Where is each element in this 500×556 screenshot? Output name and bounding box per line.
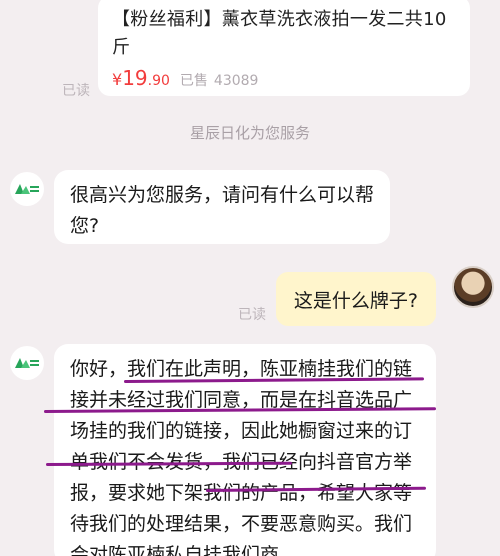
user-avatar-icon[interactable] — [452, 266, 494, 308]
brand-logo-icon[interactable] — [10, 172, 44, 206]
price-decimal: .90 — [147, 73, 170, 89]
read-status: 已读 — [62, 83, 90, 99]
message-text: 这是什么牌子? — [293, 289, 418, 312]
system-note: 星辰日化为您服务 — [189, 124, 310, 142]
brand-logo-icon[interactable] — [10, 346, 44, 380]
price-currency: ¥ — [112, 70, 123, 89]
message-bubble-left: 你好，我们在此声明，陈亚楠挂我们的链接并未经过我们同意，而是在抖音选品广场挂的我… — [54, 344, 436, 556]
price-row: ¥ 19 .90 已售 43089 — [112, 66, 456, 90]
message-text: 你好，我们在此声明，陈亚楠挂我们的链接并未经过我们同意，而是在抖音选品广场挂的我… — [70, 358, 413, 556]
brand-logo-icon — [15, 184, 39, 194]
message-bubble-right: 这是什么牌子? — [275, 272, 436, 326]
read-status: 已读 — [238, 307, 266, 323]
product-card[interactable]: 【粉丝福利】薰衣草洗衣液拍一发二共10斤 ¥ 19 .90 已售 43089 — [98, 0, 470, 96]
message-text: 很高兴为您服务，请问有什么可以帮您? — [70, 184, 375, 237]
product-title: 【粉丝福利】薰衣草洗衣液拍一发二共10斤 — [112, 9, 447, 58]
brand-logo-icon — [15, 358, 39, 368]
sold-label: 已售 — [179, 73, 208, 89]
sold-count: 43089 — [213, 73, 259, 89]
price-main: 19 — [122, 66, 148, 90]
message-bubble-left: 很高兴为您服务，请问有什么可以帮您? — [54, 170, 390, 244]
